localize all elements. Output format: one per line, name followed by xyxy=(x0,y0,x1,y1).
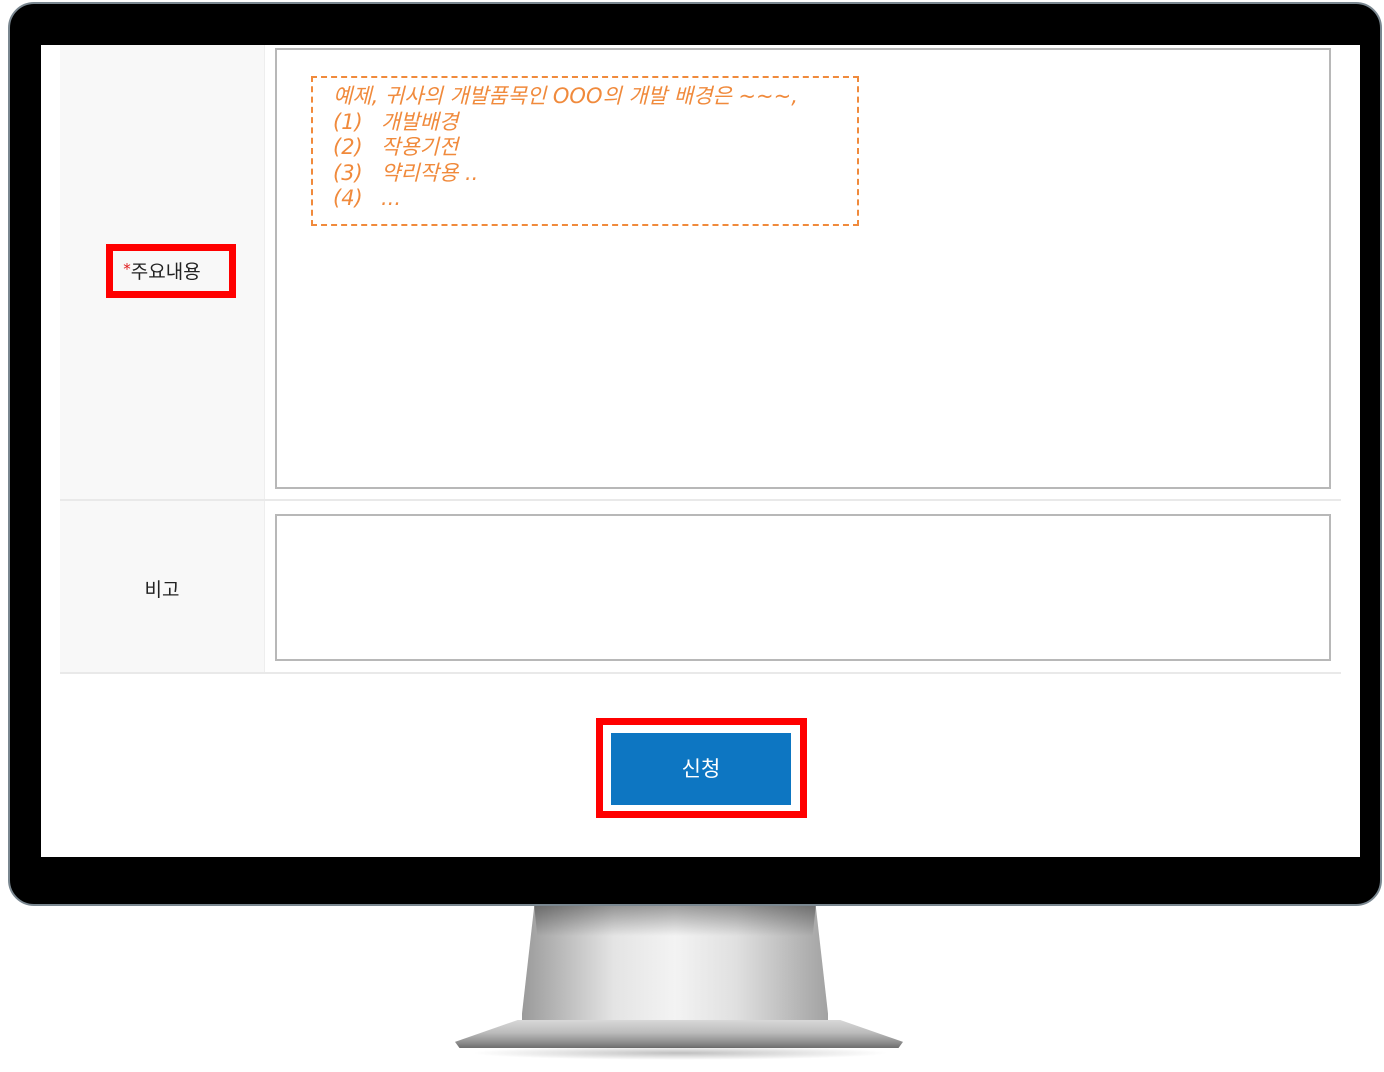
remarks-label-cell: 비고 xyxy=(60,501,265,672)
stand-floor-shadow xyxy=(470,1046,890,1060)
placeholder-example: 예제, 귀사의 개발품목인 OOO의 개발 배경은 ~~~, (1) 개발배경 (… xyxy=(311,76,859,226)
placeholder-line-text: 개발배경 xyxy=(381,109,459,134)
placeholder-line-num: (2) xyxy=(333,135,363,159)
main-content-label-text: 주요내용 xyxy=(130,261,201,283)
placeholder-line-text: 약리작용 .. xyxy=(381,160,479,185)
required-mark: * xyxy=(123,260,131,278)
placeholder-line: (1) 개발배경 xyxy=(333,110,857,136)
main-content-row: *주요내용 예제, 귀사의 개발품목인 OOO의 개발 배경은 ~~~, (1)… xyxy=(60,45,1341,501)
monitor-stand-base xyxy=(455,1020,903,1048)
placeholder-line: (4)... xyxy=(333,186,857,212)
placeholder-line-num: (3) xyxy=(333,160,363,185)
placeholder-line: 예제, 귀사의 개발품목인 OOO의 개발 배경은 ~~~, xyxy=(333,84,857,110)
placeholder-line: (2) 작용기전 xyxy=(333,135,857,161)
main-content-textarea[interactable]: 예제, 귀사의 개발품목인 OOO의 개발 배경은 ~~~, (1) 개발배경 (… xyxy=(275,48,1331,489)
monitor-stand-shadow xyxy=(534,906,816,936)
screen: *주요내용 예제, 귀사의 개발품목인 OOO의 개발 배경은 ~~~, (1)… xyxy=(41,45,1360,857)
placeholder-line-text: 작용기전 xyxy=(381,135,459,159)
main-content-label: *주요내용 xyxy=(60,257,264,284)
placeholder-line-text: 예제, 귀사의 개발품목인 OOO의 개발 배경은 ~~~, xyxy=(333,84,798,108)
placeholder-line-text: ... xyxy=(381,186,402,210)
monitor-frame: *주요내용 예제, 귀사의 개발품목인 OOO의 개발 배경은 ~~~, (1)… xyxy=(8,2,1382,906)
remarks-label: 비고 xyxy=(144,579,180,601)
remarks-row: 비고 xyxy=(60,501,1341,674)
placeholder-line-num: (1) xyxy=(333,109,363,134)
placeholder-line: (3) 약리작용 .. xyxy=(333,161,857,187)
main-content-label-cell: *주요내용 xyxy=(60,45,265,499)
remarks-textarea[interactable] xyxy=(275,514,1331,661)
submit-button[interactable]: 신청 xyxy=(611,733,791,805)
placeholder-line-num: (4) xyxy=(333,186,363,210)
